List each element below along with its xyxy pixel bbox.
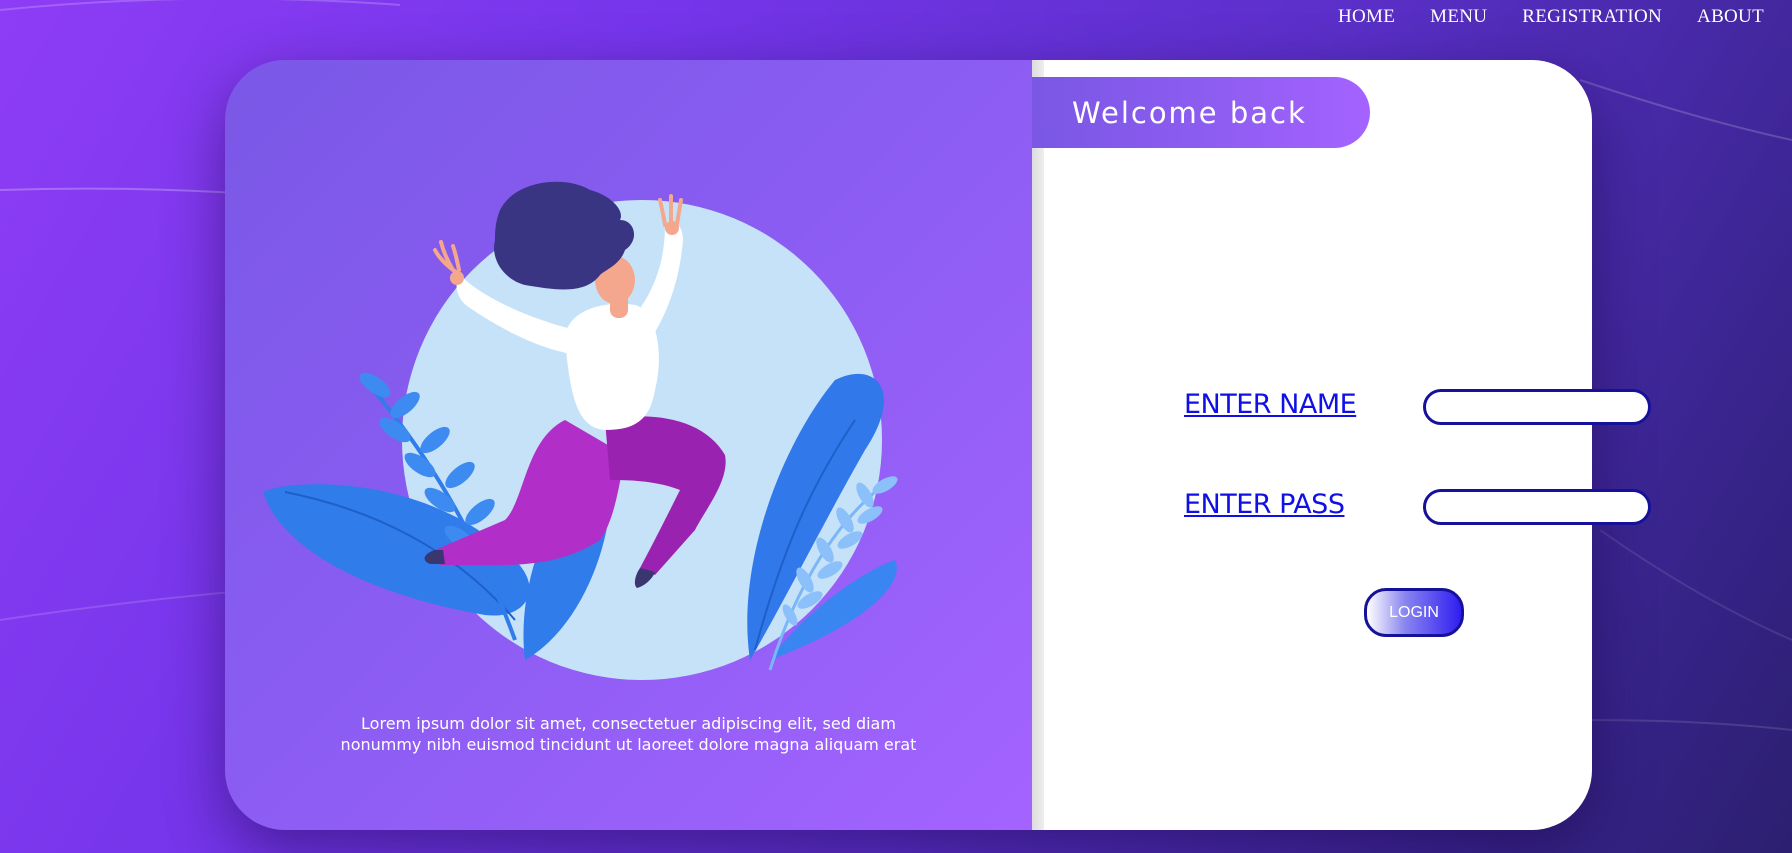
top-nav: HOME MENU REGISTRATION ABOUT [1338, 6, 1764, 28]
name-label[interactable]: ENTER NAME [1184, 389, 1357, 420]
form-panel: Welcome back [1032, 60, 1592, 830]
welcome-banner: Welcome back [1032, 77, 1370, 148]
nav-registration[interactable]: REGISTRATION [1522, 6, 1662, 28]
panel-divider [1032, 60, 1044, 830]
lorem-text: Lorem ipsum dolor sit amet, consectetuer… [285, 713, 972, 755]
lorem-line-2: nonummy nibh euismod tincidunt ut laoree… [340, 735, 917, 754]
nav-about[interactable]: ABOUT [1697, 6, 1764, 28]
illustration-panel: Lorem ipsum dolor sit amet, consectetuer… [225, 60, 1032, 830]
name-input[interactable] [1423, 389, 1651, 425]
nav-home[interactable]: HOME [1338, 6, 1395, 28]
lorem-line-1: Lorem ipsum dolor sit amet, consectetuer… [361, 714, 896, 733]
password-input[interactable] [1423, 489, 1651, 525]
login-button[interactable]: LOGIN [1364, 588, 1464, 637]
login-card: Lorem ipsum dolor sit amet, consectetuer… [225, 60, 1592, 830]
pass-label[interactable]: ENTER PASS [1184, 489, 1345, 520]
nav-menu[interactable]: MENU [1430, 6, 1487, 28]
